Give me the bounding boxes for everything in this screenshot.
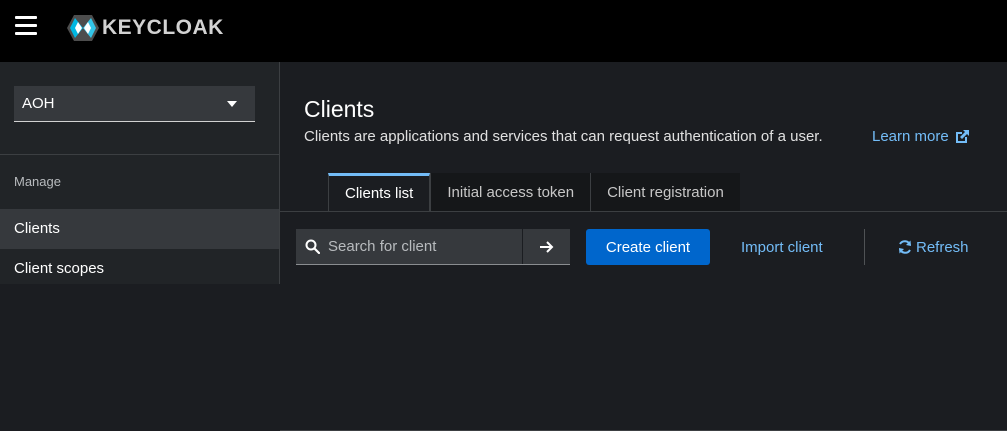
realm-selector-value: AOH	[22, 95, 55, 112]
search-input[interactable]	[328, 229, 518, 263]
brand-text: KEYCLOAK	[102, 16, 224, 39]
refresh-button[interactable]: Refresh	[897, 229, 969, 265]
hamburger-bar	[15, 24, 37, 27]
tab-clients-list[interactable]: Clients list	[328, 173, 431, 212]
brand-logo[interactable]: KEYCLOAK	[66, 14, 224, 42]
tab-client-registration[interactable]: Client registration	[590, 173, 740, 212]
learn-more-label: Learn more	[872, 128, 949, 145]
create-client-button[interactable]: Create client	[586, 229, 710, 265]
search-group	[296, 229, 570, 265]
hamburger-bar	[15, 16, 37, 19]
sidebar-item-client-scopes[interactable]: Client scopes	[0, 249, 279, 289]
tab-initial-access-token[interactable]: Initial access token	[430, 173, 591, 212]
toolbar-separator	[864, 229, 865, 265]
sidebar-section-title: Manage	[14, 174, 61, 189]
sidebar: AOH Manage Clients Client scopes	[0, 62, 280, 284]
tabs: Clients list Initial access token Client…	[328, 173, 740, 212]
main-content: Clients Clients are applications and ser…	[280, 62, 1007, 431]
page-title: Clients	[304, 96, 375, 122]
hamburger-menu-button[interactable]	[15, 16, 37, 36]
learn-more-link[interactable]: Learn more	[872, 128, 970, 145]
masthead: KEYCLOAK	[0, 0, 1007, 62]
refresh-label: Refresh	[916, 238, 969, 256]
keycloak-logo-icon	[67, 15, 99, 41]
import-client-button[interactable]: Import client	[741, 229, 823, 265]
caret-down-icon	[227, 101, 237, 107]
sidebar-item-clients[interactable]: Clients	[0, 209, 279, 249]
arrow-right-icon	[540, 240, 554, 253]
search-icon	[305, 239, 320, 254]
sidebar-divider	[0, 154, 279, 155]
hamburger-bar	[15, 32, 37, 35]
external-link-icon	[955, 129, 969, 143]
realm-selector[interactable]: AOH	[14, 86, 255, 122]
refresh-icon	[899, 240, 911, 254]
toolbar: Create client Import client Refresh	[280, 212, 1007, 431]
search-submit-button[interactable]	[522, 229, 571, 264]
page-description: Clients are applications and services th…	[304, 128, 823, 145]
